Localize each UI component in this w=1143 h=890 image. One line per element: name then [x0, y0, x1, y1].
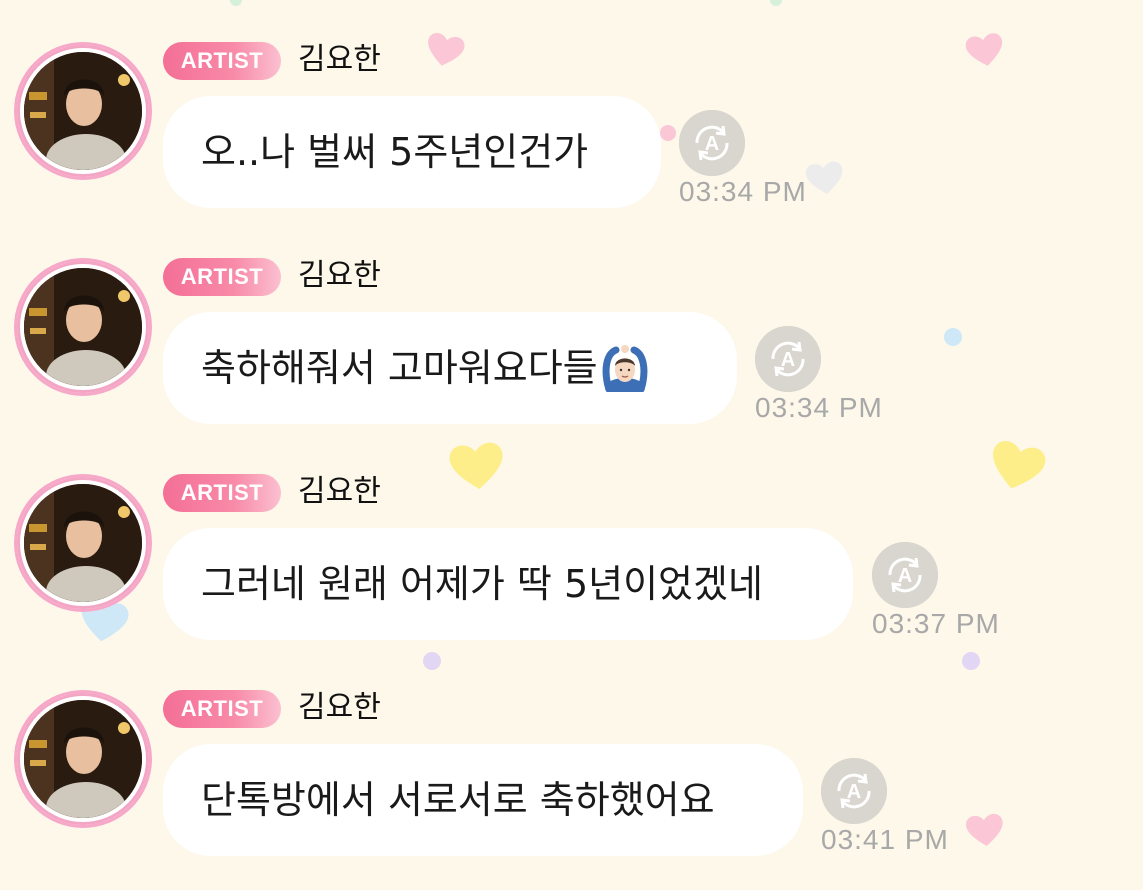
- translate-button[interactable]: A: [872, 542, 938, 608]
- artist-badge: ARTIST: [163, 690, 281, 728]
- chat-message: ARTIST 김요한 단톡방에서 서로서로 축하했어요 A 03:41 PM: [0, 648, 1143, 856]
- avatar-person-icon: [24, 268, 142, 386]
- translate-a-icon: A: [755, 326, 821, 392]
- message-text: 축하해줘서 고마워요다들: [201, 346, 598, 390]
- sender-name: 김요한: [298, 474, 381, 509]
- translate-a-icon: A: [872, 542, 938, 608]
- avatar-photo: [24, 268, 142, 386]
- avatar[interactable]: [14, 690, 152, 828]
- person-gesturing-ok-emoji: [602, 344, 648, 392]
- message-bubble: 단톡방에서 서로서로 축하했어요: [163, 744, 803, 856]
- avatar-person-icon: [24, 52, 142, 170]
- message-timestamp: 03:37 PM: [872, 608, 1000, 639]
- translate-a-icon: A: [679, 110, 745, 176]
- svg-text:A: A: [847, 781, 861, 803]
- artist-badge: ARTIST: [163, 474, 281, 512]
- avatar[interactable]: [14, 258, 152, 396]
- chat-message: ARTIST 김요한 그러네 원래 어제가 딱 5년이었겠네 A 03:37 P…: [0, 432, 1143, 640]
- avatar-person-icon: [24, 700, 142, 818]
- sender-name: 김요한: [298, 42, 381, 77]
- translate-a-icon: A: [821, 758, 887, 824]
- artist-badge: ARTIST: [163, 258, 281, 296]
- message-timestamp: 03:34 PM: [679, 176, 807, 207]
- avatar[interactable]: [14, 42, 152, 180]
- chat-message-list: ARTIST 김요한 오..나 벌써 5주년인건가 A 03:34 PM ART…: [0, 0, 1143, 890]
- message-bubble: 그러네 원래 어제가 딱 5년이었겠네: [163, 528, 853, 640]
- message-bubble: 오..나 벌써 5주년인건가: [163, 96, 661, 208]
- message-timestamp: 03:34 PM: [755, 392, 883, 423]
- chat-message: ARTIST 김요한 오..나 벌써 5주년인건가 A 03:34 PM: [0, 0, 1143, 208]
- avatar-photo: [24, 484, 142, 602]
- message-timestamp: 03:41 PM: [821, 824, 949, 855]
- avatar-person-icon: [24, 484, 142, 602]
- translate-button[interactable]: A: [755, 326, 821, 392]
- sender-name: 김요한: [298, 258, 381, 293]
- avatar-photo: [24, 52, 142, 170]
- translate-button[interactable]: A: [679, 110, 745, 176]
- svg-text:A: A: [781, 349, 795, 371]
- avatar[interactable]: [14, 474, 152, 612]
- sender-name: 김요한: [298, 690, 381, 725]
- svg-text:A: A: [705, 133, 719, 155]
- svg-text:A: A: [898, 565, 912, 587]
- message-bubble: 축하해줘서 고마워요다들: [163, 312, 737, 424]
- artist-badge: ARTIST: [163, 42, 281, 80]
- translate-button[interactable]: A: [821, 758, 887, 824]
- avatar-photo: [24, 700, 142, 818]
- chat-message: ARTIST 김요한 축하해줘서 고마워요다들 A 03:34 PM: [0, 216, 1143, 424]
